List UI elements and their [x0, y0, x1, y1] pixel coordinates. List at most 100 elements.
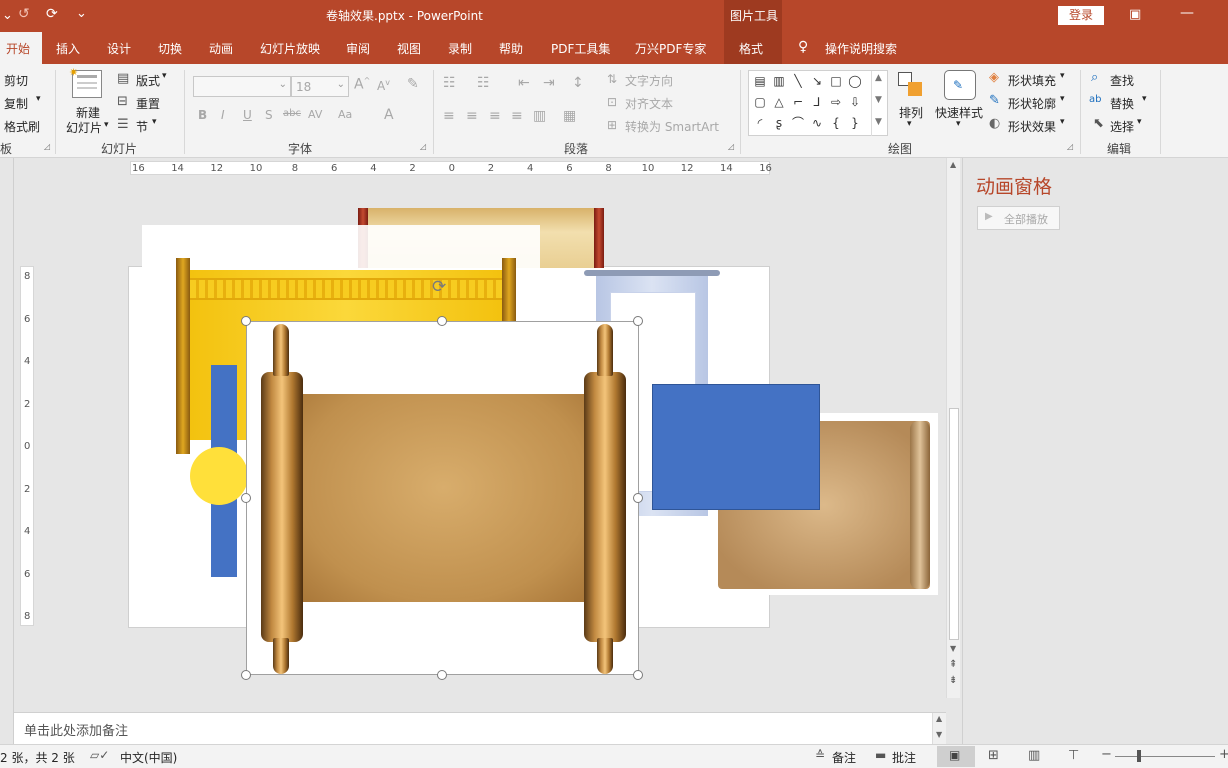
slide-sorter-icon[interactable]: ⊞: [988, 748, 999, 763]
rectangle-icon[interactable]: □: [828, 74, 844, 88]
chevron-down-icon[interactable]: ▾: [956, 119, 961, 129]
scroll-up-icon[interactable]: ▲: [950, 160, 956, 169]
login-button[interactable]: 登录: [1058, 6, 1104, 25]
slideshow-icon[interactable]: ⊤: [1068, 748, 1079, 763]
scroll-down-icon[interactable]: ▼: [950, 644, 956, 653]
new-slide-dropdown[interactable]: 幻灯片: [66, 119, 102, 136]
quick-styles-icon[interactable]: ✎: [944, 70, 976, 100]
arc-icon[interactable]: ⌒: [790, 116, 806, 130]
play-all-button[interactable]: ▶ 全部播放: [977, 206, 1060, 230]
decrease-indent-icon[interactable]: ⇤: [518, 75, 530, 91]
gallery-more-icon[interactable]: ▼: [875, 117, 882, 127]
ribbon-display-icon[interactable]: ▣: [1129, 7, 1141, 22]
resize-handle-se[interactable]: [633, 670, 643, 680]
chevron-down-icon[interactable]: ▾: [1060, 117, 1065, 127]
copy-button[interactable]: 复制: [4, 95, 28, 112]
increase-indent-icon[interactable]: ⇥: [543, 75, 555, 91]
align-center-icon[interactable]: ≡: [466, 108, 478, 124]
align-text-button[interactable]: 对齐文本: [625, 95, 673, 112]
dialog-launcher-icon[interactable]: ◿: [420, 142, 426, 151]
clear-format-icon[interactable]: ✎: [407, 76, 419, 92]
gallery-down-icon[interactable]: ▼: [875, 95, 882, 105]
tab-review[interactable]: 审阅: [346, 40, 370, 57]
replace-button[interactable]: 替换: [1110, 95, 1134, 112]
tab-design[interactable]: 设计: [107, 40, 131, 57]
chevron-down-icon[interactable]: ▾: [1137, 117, 1142, 127]
shrink-font-icon[interactable]: Av: [377, 78, 390, 93]
freeform-icon[interactable]: ◜: [752, 116, 768, 130]
chevron-down-icon[interactable]: ▾: [907, 119, 912, 129]
oval-icon[interactable]: ◯: [847, 74, 863, 88]
right-arrow-icon[interactable]: ⇨: [828, 95, 844, 109]
blue-rectangle[interactable]: [652, 384, 820, 510]
arrow-line-icon[interactable]: ↘: [809, 74, 825, 88]
shadow-button[interactable]: S: [265, 108, 273, 122]
shape-outline-button[interactable]: 形状轮廓: [1008, 95, 1056, 112]
font-name-input[interactable]: ⌄: [193, 76, 291, 97]
shapes-gallery[interactable]: ▤ ▥ ╲ ↘ □ ◯ ▢ △ ⌐ ⅃ ⇨ ⇩ ◜ ʂ ⌒ ∿ { } ▲ ▼ …: [748, 70, 888, 136]
italic-button[interactable]: I: [221, 108, 225, 122]
triangle-icon[interactable]: △: [771, 95, 787, 109]
zoom-slider-thumb[interactable]: [1137, 750, 1141, 762]
previous-slide-icon[interactable]: ⇞: [949, 659, 957, 670]
tell-me-search[interactable]: 操作说明搜索: [825, 40, 897, 57]
rotate-handle-icon[interactable]: ⟳: [432, 277, 446, 297]
resize-handle-sw[interactable]: [241, 670, 251, 680]
format-painter-button[interactable]: 格式刷: [4, 118, 40, 135]
find-button[interactable]: 查找: [1110, 72, 1134, 89]
zoom-in-icon[interactable]: +: [1219, 747, 1228, 762]
section-button[interactable]: 节: [136, 118, 148, 135]
shape-effects-button[interactable]: 形状效果: [1008, 118, 1056, 135]
gallery-up-icon[interactable]: ▲: [875, 73, 882, 83]
undo-icon[interactable]: ↺: [18, 6, 30, 22]
zoom-slider-track[interactable]: [1115, 756, 1215, 757]
grow-font-icon[interactable]: A^: [354, 76, 370, 93]
numbering-icon[interactable]: ☷: [477, 75, 490, 91]
chevron-down-icon[interactable]: ▾: [162, 71, 167, 81]
resize-handle-s[interactable]: [437, 670, 447, 680]
reading-view-icon[interactable]: ▥: [1028, 748, 1040, 763]
rounded-rect-icon[interactable]: ▢: [752, 95, 768, 109]
bold-button[interactable]: B: [198, 108, 207, 122]
resize-handle-e[interactable]: [633, 493, 643, 503]
dialog-launcher-icon[interactable]: ◿: [44, 142, 50, 151]
resize-handle-ne[interactable]: [633, 316, 643, 326]
underline-button[interactable]: U: [243, 108, 252, 122]
yellow-circle[interactable]: [190, 447, 248, 505]
selected-scroll-picture[interactable]: [246, 321, 639, 675]
tab-format[interactable]: 格式: [724, 32, 782, 64]
tab-pdf-tools[interactable]: PDF工具集: [551, 40, 610, 57]
text-direction-button[interactable]: 文字方向: [625, 72, 673, 89]
tab-help[interactable]: 帮助: [499, 40, 523, 57]
line-spacing-icon[interactable]: ↕: [572, 75, 584, 91]
resize-handle-nw[interactable]: [241, 316, 251, 326]
connector-icon[interactable]: ⌐: [790, 95, 806, 109]
font-color-button[interactable]: A: [384, 107, 394, 123]
chevron-down-icon[interactable]: ▾: [1060, 71, 1065, 81]
tab-record[interactable]: 录制: [448, 40, 472, 57]
notes-scrollbar[interactable]: ▲ ▼: [932, 713, 946, 744]
notes-placeholder[interactable]: 单击此处添加备注: [24, 720, 128, 739]
notes-pane[interactable]: 单击此处添加备注 ▲ ▼: [14, 712, 946, 744]
chevron-down-icon[interactable]: ▾: [1142, 94, 1147, 104]
spellcheck-icon[interactable]: ▱✓: [90, 748, 109, 762]
align-right-icon[interactable]: ≡: [489, 108, 501, 124]
strikethrough-button[interactable]: abc: [283, 108, 301, 119]
arrange-icon[interactable]: [898, 72, 924, 98]
shape-fill-button[interactable]: 形状填充: [1008, 72, 1056, 89]
next-slide-icon[interactable]: ⇟: [949, 675, 957, 686]
customize-toolbar-icon[interactable]: ⌄: [76, 6, 87, 21]
line-icon[interactable]: ╲: [790, 74, 806, 88]
chevron-down-icon[interactable]: ▾: [1060, 94, 1065, 104]
cut-button[interactable]: 剪切: [4, 72, 28, 89]
dialog-launcher-icon[interactable]: ◿: [1067, 142, 1073, 151]
columns-icon[interactable]: ▦: [563, 108, 576, 124]
vertical-text-icon[interactable]: ▥: [771, 74, 787, 88]
tab-wondershare-pdf[interactable]: 万兴PDF专家: [635, 40, 706, 57]
tab-view[interactable]: 视图: [397, 40, 421, 57]
new-slide-icon[interactable]: ✷: [69, 66, 102, 98]
text-box-icon[interactable]: ▤: [752, 74, 768, 88]
chevron-down-icon[interactable]: ▾: [104, 120, 109, 130]
tab-transitions[interactable]: 切换: [158, 40, 182, 57]
language-indicator[interactable]: 中文(中国): [120, 749, 177, 766]
